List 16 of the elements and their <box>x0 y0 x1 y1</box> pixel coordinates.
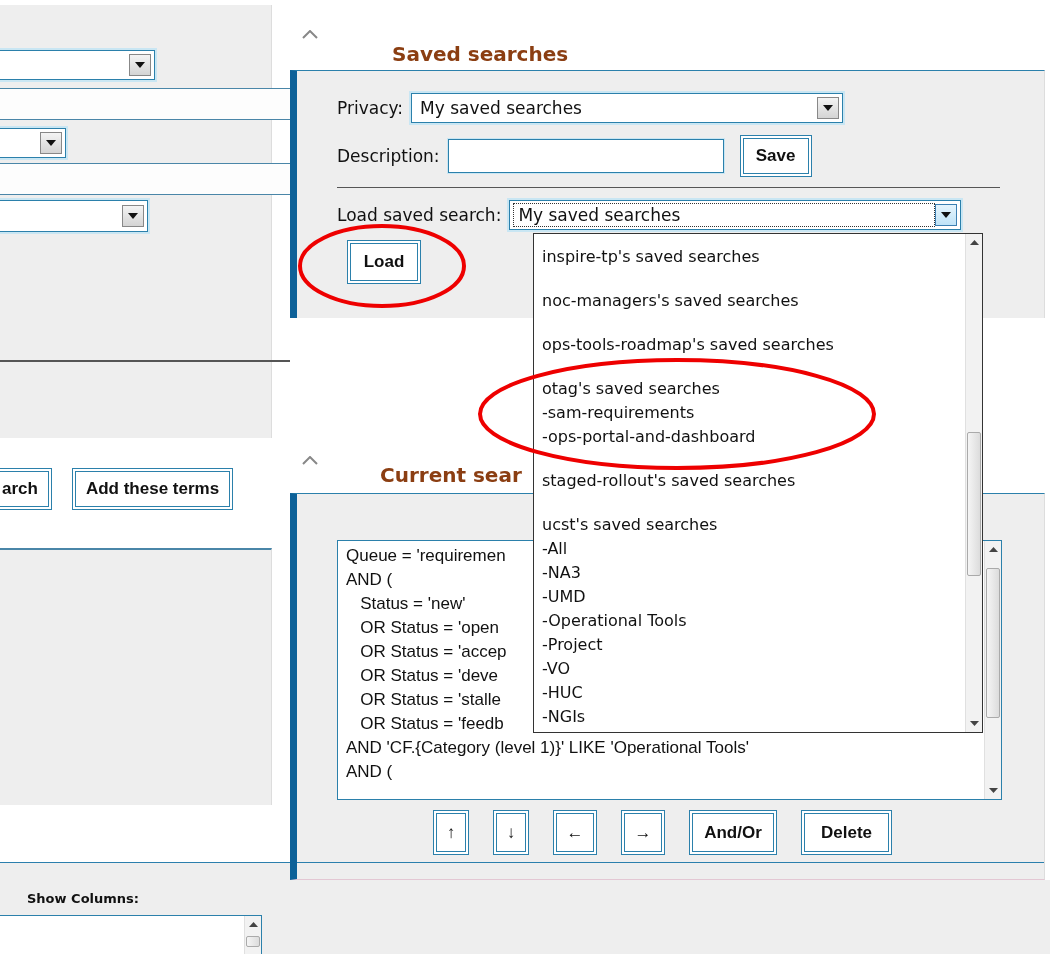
show-columns-label: Show Columns: <box>27 891 139 906</box>
load-label: Load saved search: <box>337 205 502 225</box>
query-line: OR Status = 'deve <box>359 665 499 687</box>
query-line: OR Status = 'open <box>359 617 500 639</box>
query-line: OR Status = 'stalle <box>359 689 501 711</box>
section-title: Current sear <box>380 463 522 487</box>
query-line: OR Status = 'accep <box>359 641 507 663</box>
privacy-label: Privacy: <box>337 98 404 118</box>
query-line: AND ( <box>346 569 393 591</box>
query-line: Status = 'new' <box>359 593 466 615</box>
query-line: Queue = 'requiremen <box>346 545 506 567</box>
query-line: OR Status = 'feedb <box>359 713 504 735</box>
section-title: Saved searches <box>392 42 569 66</box>
description-label: Description: <box>337 146 440 166</box>
query-line: AND 'CF.{Category (level 1)}' LIKE 'Operational Tools' <box>346 737 749 759</box>
query-line: AND ( <box>346 761 393 783</box>
